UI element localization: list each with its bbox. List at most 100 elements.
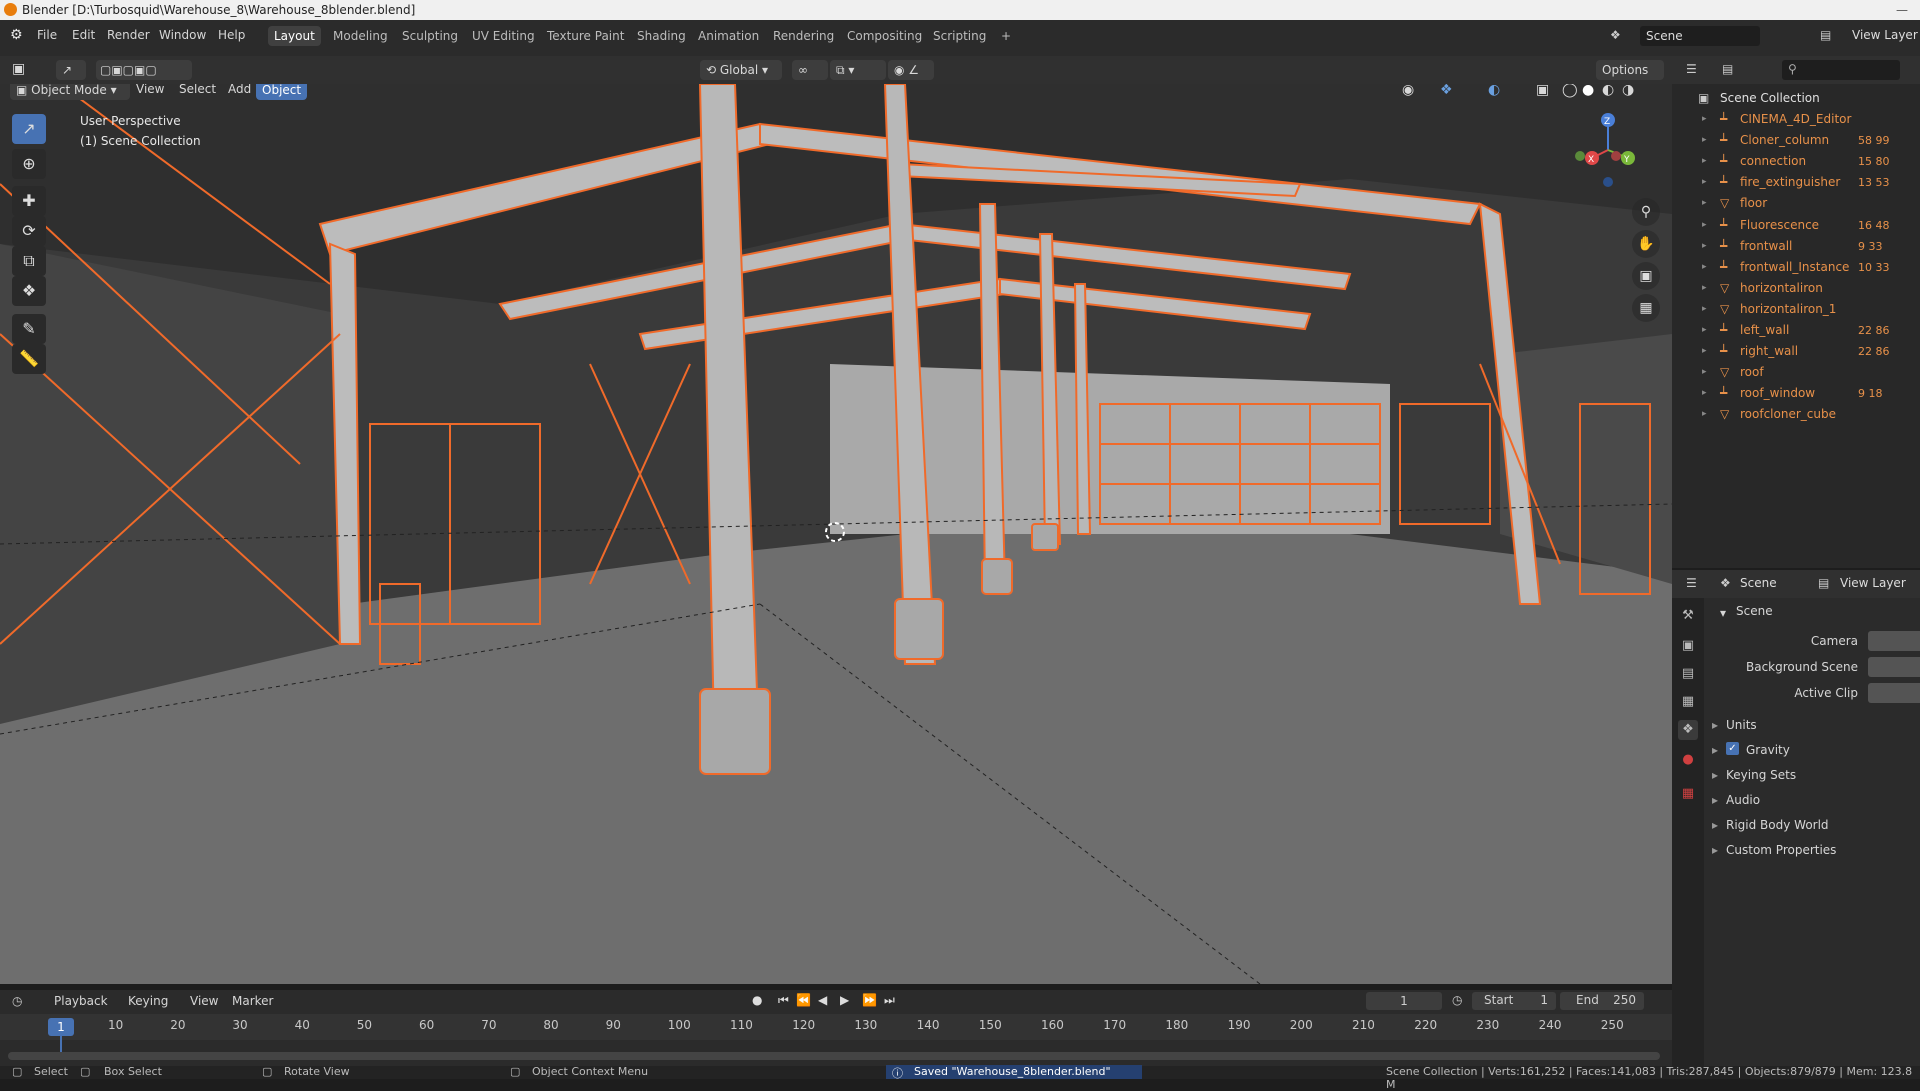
view-layer-tab-icon[interactable]: ▦	[1678, 692, 1698, 712]
properties-editor-icon[interactable]: ☰	[1686, 576, 1697, 590]
view-layer-name[interactable]: View Layer	[1852, 28, 1918, 42]
tab-sculpting[interactable]: Sculpting	[396, 26, 464, 46]
snap-icon[interactable]: ⧉ ▾	[830, 60, 886, 80]
play-reverse-icon[interactable]: ◀	[818, 993, 827, 1007]
expand-arrow-icon[interactable]: ▸	[1702, 109, 1707, 130]
scene-collection-row[interactable]: ▣ Scene Collection	[1672, 88, 1920, 109]
outliner-item[interactable]: ▸ ┷ CINEMA_4D_Editor	[1672, 109, 1920, 130]
custom-props-arrow-icon[interactable]: ▸	[1712, 843, 1718, 857]
expand-arrow-icon[interactable]: ▸	[1702, 193, 1707, 214]
add-workspace-button[interactable]: +	[995, 26, 1017, 46]
expand-arrow-icon[interactable]: ▸	[1702, 257, 1707, 278]
rendered-shading-icon[interactable]: ◑	[1622, 84, 1634, 98]
playhead-frame[interactable]: 1	[48, 1018, 74, 1036]
rotate-tool-icon[interactable]: ⟳	[12, 216, 46, 246]
outliner-item[interactable]: ▸ ┷ connection 15 80	[1672, 151, 1920, 172]
outliner-item[interactable]: ▸ ▽ roofcloner_cube	[1672, 404, 1920, 425]
timeline-menu-playback[interactable]: Playback	[54, 994, 108, 1008]
menu-render[interactable]: Render	[107, 28, 150, 42]
tab-modeling[interactable]: Modeling	[327, 26, 394, 46]
audio-arrow-icon[interactable]: ▸	[1712, 793, 1718, 807]
move-tool-icon[interactable]: ✚	[12, 186, 46, 216]
timeline-scrollbar[interactable]	[8, 1052, 1660, 1060]
properties-scene-label[interactable]: Scene	[1740, 576, 1777, 590]
camera-view-icon[interactable]: ▣	[1632, 262, 1660, 290]
tab-animation[interactable]: Animation	[692, 26, 765, 46]
scene-panel-title[interactable]: Scene	[1736, 604, 1773, 618]
visibility-icon[interactable]: ◉	[1402, 84, 1414, 98]
expand-arrow-icon[interactable]: ▸	[1702, 130, 1707, 151]
xray-icon[interactable]: ▣	[1536, 84, 1549, 98]
outliner-item[interactable]: ▸ ┷ Fluorescence 16 48	[1672, 215, 1920, 236]
mode-dropdown[interactable]: ▣ Object Mode ▾	[10, 84, 130, 100]
expand-arrow-icon[interactable]: ▸	[1702, 341, 1707, 362]
expand-arrow-icon[interactable]: ▸	[1702, 278, 1707, 299]
overlay-toggle-icon[interactable]: ◐	[1488, 84, 1500, 98]
scale-tool-icon[interactable]: ⧉	[12, 246, 46, 276]
3d-viewport[interactable]: User Perspective (1) Scene Collection ▣ …	[0, 84, 1672, 984]
expand-arrow-icon[interactable]: ▸	[1702, 320, 1707, 341]
output-tab-icon[interactable]: ▤	[1678, 664, 1698, 684]
jump-start-icon[interactable]: ⏮	[778, 993, 789, 1008]
timeline-menu-keying[interactable]: Keying	[128, 994, 168, 1008]
minimize-icon[interactable]: —	[1896, 0, 1908, 20]
active-clip-field[interactable]	[1868, 683, 1920, 703]
gravity-checkbox[interactable]: ✓	[1726, 742, 1739, 755]
measure-tool-icon[interactable]: 📏	[12, 344, 46, 374]
outliner-item[interactable]: ▸ ▽ horizontaliron	[1672, 278, 1920, 299]
annotate-tool-icon[interactable]: ✎	[12, 314, 46, 344]
navigation-gizmo[interactable]: Z X Y	[1568, 110, 1648, 190]
rigid-body-arrow-icon[interactable]: ▸	[1712, 818, 1718, 832]
menu-edit[interactable]: Edit	[72, 28, 95, 42]
tab-layout[interactable]: Layout	[268, 26, 321, 46]
viewport-menu-select[interactable]: Select	[179, 84, 216, 96]
outliner-item[interactable]: ▸ ▽ floor	[1672, 193, 1920, 214]
render-tab-icon[interactable]: ▣	[1678, 636, 1698, 656]
tool-tab-icon[interactable]: ⚒	[1678, 606, 1698, 626]
tab-uv-editing[interactable]: UV Editing	[466, 26, 541, 46]
record-icon[interactable]: ●	[752, 993, 762, 1007]
transform-orientation-dropdown[interactable]: ⟲ Global ▾	[700, 60, 782, 80]
wireframe-shading-icon[interactable]: ◯	[1562, 84, 1578, 98]
properties-view-layer-label[interactable]: View Layer	[1840, 576, 1906, 590]
expand-arrow-icon[interactable]: ▸	[1702, 151, 1707, 172]
pivot-icon[interactable]: ∞	[792, 60, 828, 80]
keying-sets-arrow-icon[interactable]: ▸	[1712, 768, 1718, 782]
prev-keyframe-icon[interactable]: ⏪	[796, 993, 811, 1007]
viewport-menu-view[interactable]: View	[136, 84, 164, 96]
zoom-icon[interactable]: ⚲	[1632, 198, 1660, 226]
timeline-menu-view[interactable]: View	[190, 994, 218, 1008]
outliner-item[interactable]: ▸ ┷ roof_window 9 18	[1672, 383, 1920, 404]
outliner-item[interactable]: ▸ ┷ fire_extinguisher 13 53	[1672, 172, 1920, 193]
play-icon[interactable]: ▶	[840, 993, 849, 1007]
tweak-tool-icon[interactable]: ↗	[56, 60, 86, 80]
rigid-body-world-section[interactable]: Rigid Body World	[1726, 818, 1829, 832]
viewport-menu-add[interactable]: Add	[228, 84, 251, 96]
material-shading-icon[interactable]: ◐	[1602, 84, 1614, 98]
units-section[interactable]: Units	[1726, 718, 1757, 732]
world-tab-icon[interactable]: ●	[1678, 750, 1698, 770]
outliner-item[interactable]: ▸ ▽ roof	[1672, 362, 1920, 383]
camera-field[interactable]	[1868, 631, 1920, 651]
expand-arrow-icon[interactable]: ▸	[1702, 215, 1707, 236]
tab-rendering[interactable]: Rendering	[767, 26, 840, 46]
blender-menu-icon[interactable]: ⚙	[10, 27, 23, 43]
pan-hand-icon[interactable]: ✋	[1632, 230, 1660, 258]
scene-tab-icon[interactable]: ❖	[1678, 720, 1698, 740]
outliner-item[interactable]: ▸ ┷ left_wall 22 86	[1672, 320, 1920, 341]
timeline-editor-icon[interactable]: ◷	[12, 994, 22, 1008]
outliner-item[interactable]: ▸ ┷ right_wall 22 86	[1672, 341, 1920, 362]
proportional-edit-icon[interactable]: ◉ ∠	[888, 60, 934, 80]
outliner-editor-icon[interactable]: ☰	[1686, 62, 1697, 76]
gizmo-toggle-icon[interactable]: ❖	[1440, 84, 1453, 98]
end-frame-field[interactable]: End 250	[1560, 992, 1644, 1010]
custom-properties-section[interactable]: Custom Properties	[1726, 843, 1836, 857]
expand-arrow-icon[interactable]: ▸	[1702, 172, 1707, 193]
background-scene-field[interactable]	[1868, 657, 1920, 677]
grid-perspective-icon[interactable]: ▦	[1632, 294, 1660, 322]
expand-arrow-icon[interactable]: ▸	[1702, 362, 1707, 383]
expand-arrow-icon[interactable]: ▸	[1702, 299, 1707, 320]
menu-help[interactable]: Help	[218, 28, 245, 42]
outliner-search-input[interactable]: ⚲	[1782, 60, 1900, 80]
viewport-menu-object[interactable]: Object	[256, 84, 308, 100]
